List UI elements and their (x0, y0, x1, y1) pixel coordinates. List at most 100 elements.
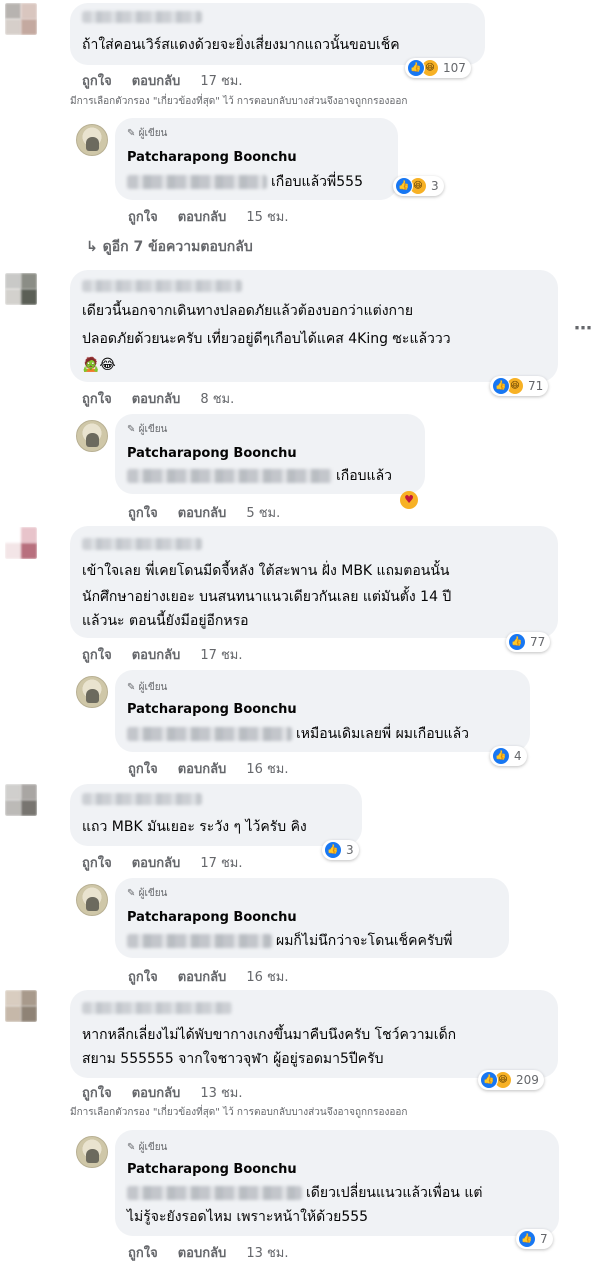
comment-time[interactable]: 17 ชม. (200, 856, 242, 871)
reaction-summary[interactable]: ♥ (400, 488, 418, 509)
reply-button[interactable]: ตอบกลับ (178, 1246, 227, 1261)
tagged-user[interactable] (127, 469, 332, 483)
reply-button[interactable]: ตอบกลับ (132, 392, 181, 407)
like-button[interactable]: ถูกใจ (82, 74, 112, 89)
like-button[interactable]: ถูกใจ (82, 392, 112, 407)
reply-time[interactable]: 15 ชม. (246, 210, 288, 225)
commenter-avatar[interactable] (5, 527, 37, 559)
reply-text: ผมก็ไม่นึกว่าจะโดนเช็คครับพี่ (127, 930, 453, 952)
author-avatar[interactable] (76, 1136, 108, 1168)
reply-button[interactable]: ตอบกลับ (178, 210, 227, 225)
comment-time[interactable]: 17 ชม. (200, 74, 242, 89)
reply-actions: ถูกใจ ตอบกลับ 16 ชม. (128, 966, 309, 987)
reaction-summary[interactable]: 👍 😆 107 (405, 58, 471, 78)
reaction-summary[interactable]: 👍 77 (506, 632, 551, 652)
commenter-avatar[interactable] (5, 784, 37, 816)
reply-time[interactable]: 16 ชม. (246, 970, 288, 985)
commenter-name[interactable] (82, 793, 202, 805)
like-icon: 👍 (395, 177, 413, 195)
author-badge: ✎ ผู้เขียน (127, 1142, 168, 1153)
author-name[interactable]: Patcharapong Boonchu (127, 702, 297, 717)
pencil-icon: ✎ (127, 682, 136, 693)
like-icon: 👍 (492, 747, 510, 765)
comment-text-line: นักศึกษาอย่างเยอะ บนสนทนาแนวเดียวกันเลย … (82, 589, 452, 605)
reply-button[interactable]: ตอบกลับ (178, 762, 227, 777)
reaction-summary[interactable]: 👍 3 (322, 840, 359, 860)
like-button[interactable]: ถูกใจ (128, 970, 158, 985)
reaction-summary[interactable]: 👍 😆 3 (393, 176, 444, 196)
reply-text: เดียวเปลี่ยนแนวแล้วเพื่อน แต่ (127, 1182, 482, 1204)
filter-notice: มีการเลือกตัวกรอง "เกี่ยวข้องที่สุด" ไว้… (70, 1107, 408, 1118)
view-more-replies-link[interactable]: ↳ ดูอีก 7 ข้อความตอบกลับ (86, 236, 253, 258)
reply-button[interactable]: ตอบกลับ (132, 1086, 181, 1101)
commenter-name[interactable] (82, 538, 202, 550)
like-icon: 👍 (480, 1071, 498, 1089)
reply-arrow-icon: ↳ (86, 239, 98, 255)
reply-time[interactable]: 16 ชม. (246, 762, 288, 777)
reply-bubble: ✎ ผู้เขียน Patcharapong Boonchu เหมือนเด… (115, 670, 530, 752)
comment-bubble: หากหลีกเลี่ยงไม่ได้พับขากางเกงขึ้นมาคืบน… (70, 990, 558, 1078)
comment-bubble: แถว MBK มันเยอะ ระวัง ๆ ไว้ครับ คิง (70, 784, 362, 846)
author-name[interactable]: Patcharapong Boonchu (127, 150, 297, 165)
author-avatar[interactable] (76, 676, 108, 708)
commenter-avatar[interactable] (5, 273, 37, 305)
pencil-icon: ✎ (127, 128, 136, 139)
reaction-summary[interactable]: 👍 7 (516, 1229, 553, 1249)
reply-text: เกือบแล้ว (127, 465, 392, 487)
comment-text-line: เดียวนี้นอกจากเดินทางปลอดภัยแล้วต้องบอกว… (82, 303, 414, 319)
reaction-summary[interactable]: 👍 4 (490, 746, 527, 766)
reaction-summary[interactable]: 👍 😆 71 (490, 376, 549, 396)
author-badge: ✎ ผู้เขียน (127, 128, 168, 139)
author-name[interactable]: Patcharapong Boonchu (127, 910, 297, 925)
like-button[interactable]: ถูกใจ (128, 506, 158, 521)
comment-text: แถว MBK มันเยอะ ระวัง ๆ ไว้ครับ คิง (82, 819, 307, 835)
more-options-icon[interactable]: ⋯ (574, 318, 593, 339)
author-avatar[interactable] (76, 884, 108, 916)
comment-time[interactable]: 8 ชม. (200, 392, 234, 407)
like-button[interactable]: ถูกใจ (128, 210, 158, 225)
commenter-name[interactable] (82, 11, 202, 23)
comment-actions: ถูกใจ ตอบกลับ 17 ชม. (82, 70, 263, 91)
reaction-summary[interactable]: 👍 😆 209 (478, 1070, 544, 1090)
reply-actions: ถูกใจ ตอบกลับ 16 ชม. (128, 758, 309, 779)
like-icon: 👍 (407, 59, 425, 77)
commenter-avatar[interactable] (5, 3, 37, 35)
comment-actions: ถูกใจ ตอบกลับ 17 ชม. (82, 644, 263, 665)
author-avatar[interactable] (76, 420, 108, 452)
reply-bubble: ✎ ผู้เขียน Patcharapong Boonchu เดียวเปล… (115, 1130, 559, 1236)
like-icon: 👍 (324, 841, 342, 859)
comment-text-line: สยาม 555555 จากใจชาวจุฬา ผู้อยู่รอดมา5ปี… (82, 1051, 384, 1067)
reply-bubble: ✎ ผู้เขียน Patcharapong Boonchu เกือบแล้… (115, 118, 398, 200)
commenter-name[interactable] (82, 1002, 232, 1014)
care-icon: ♥ (400, 490, 418, 509)
like-button[interactable]: ถูกใจ (128, 1246, 158, 1261)
commenter-name[interactable] (82, 280, 242, 292)
pencil-icon: ✎ (127, 424, 136, 435)
author-name[interactable]: Patcharapong Boonchu (127, 1162, 297, 1177)
tagged-user[interactable] (127, 175, 267, 189)
tagged-user[interactable] (127, 727, 292, 741)
comment-time[interactable]: 13 ชม. (200, 1086, 242, 1101)
author-name[interactable]: Patcharapong Boonchu (127, 446, 297, 461)
reply-text-line: ไม่รู้จะยังรอดไหม เพราะหน้าให้ด้วย555 (127, 1209, 369, 1225)
comment-time[interactable]: 17 ชม. (200, 648, 242, 663)
reply-time[interactable]: 5 ชม. (246, 506, 280, 521)
reply-button[interactable]: ตอบกลับ (132, 648, 181, 663)
reply-button[interactable]: ตอบกลับ (178, 970, 227, 985)
reply-actions: ถูกใจ ตอบกลับ 5 ชม. (128, 502, 300, 523)
reply-time[interactable]: 13 ชม. (246, 1246, 288, 1261)
tagged-user[interactable] (127, 934, 272, 948)
like-button[interactable]: ถูกใจ (82, 856, 112, 871)
reply-button[interactable]: ตอบกลับ (132, 74, 181, 89)
like-button[interactable]: ถูกใจ (128, 762, 158, 777)
comment-emoji: 🧟😂 (82, 357, 116, 373)
like-button[interactable]: ถูกใจ (82, 648, 112, 663)
reply-button[interactable]: ตอบกลับ (132, 856, 181, 871)
reply-button[interactable]: ตอบกลับ (178, 506, 227, 521)
like-button[interactable]: ถูกใจ (82, 1086, 112, 1101)
author-badge: ✎ ผู้เขียน (127, 424, 168, 435)
author-avatar[interactable] (76, 124, 108, 156)
tagged-user[interactable] (127, 1186, 302, 1200)
pencil-icon: ✎ (127, 1142, 136, 1153)
commenter-avatar[interactable] (5, 990, 37, 1022)
